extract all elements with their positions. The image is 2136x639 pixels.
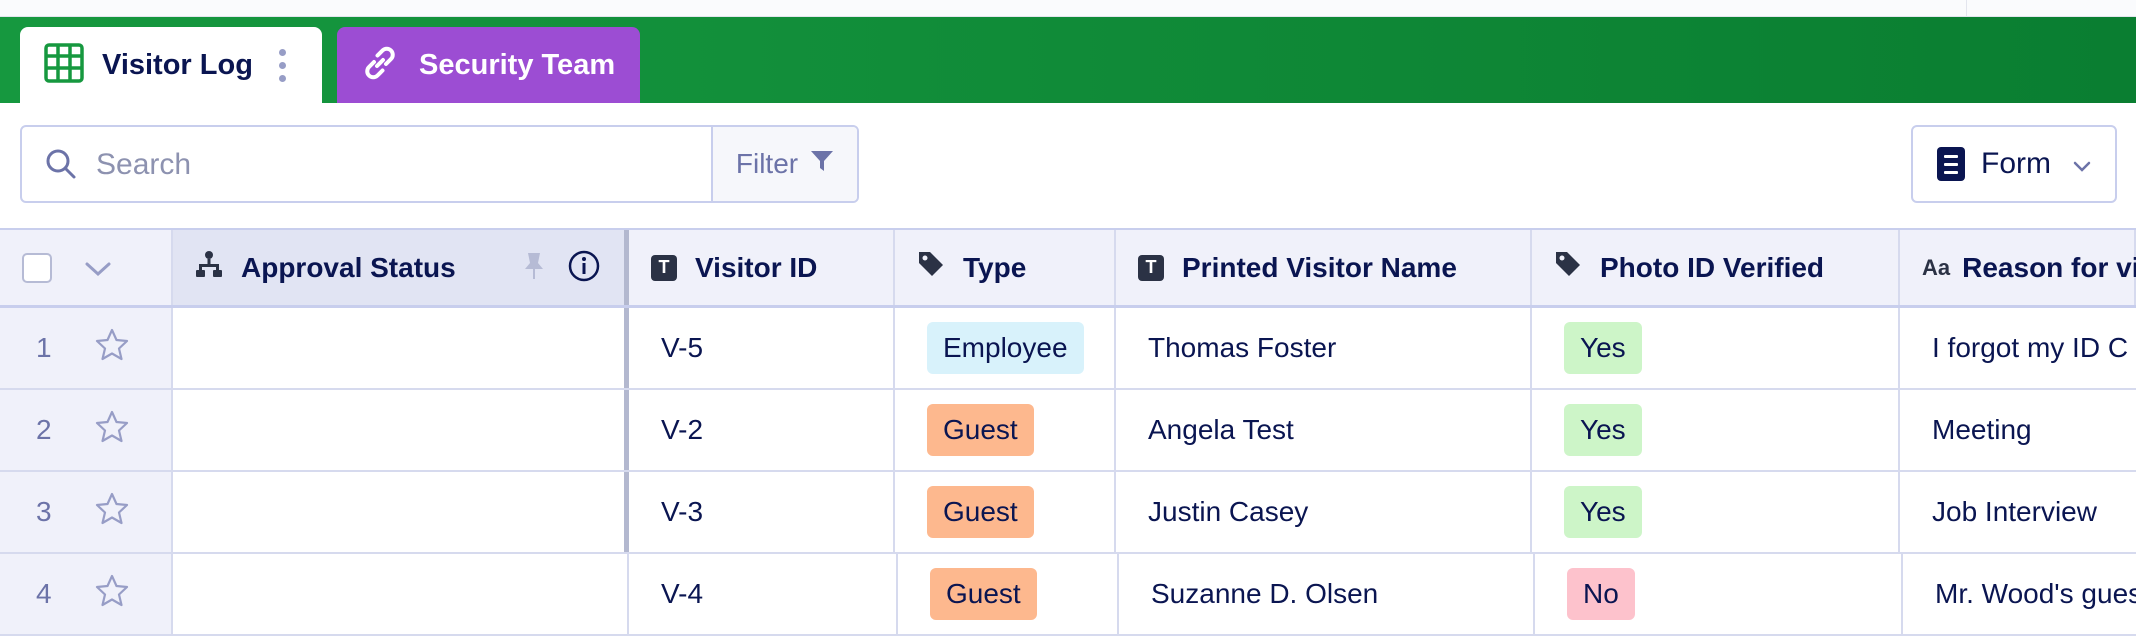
type-tag: Guest: [930, 568, 1037, 620]
visitor-id-cell[interactable]: V-5: [629, 308, 895, 388]
type-cell[interactable]: Guest: [898, 554, 1119, 634]
column-label: Printed Visitor Name: [1182, 251, 1457, 283]
type-cell[interactable]: Guest: [895, 390, 1116, 470]
photo-verified-tag: Yes: [1564, 404, 1642, 456]
row-number: 4: [36, 578, 52, 609]
photo-verified-cell[interactable]: Yes: [1532, 472, 1900, 552]
grid-table-icon: [44, 42, 84, 88]
reason-cell[interactable]: Meeting: [1900, 390, 2136, 470]
table-header: Approval Status T Visitor ID Type T Prin…: [0, 228, 2136, 308]
form-button[interactable]: Form: [1911, 125, 2117, 203]
tab-label: Security Team: [419, 48, 616, 81]
reason-cell[interactable]: Job Interview: [1900, 472, 2136, 552]
tab-bar: Visitor Log Security Team: [0, 17, 2136, 103]
org-chart-icon: [195, 250, 223, 285]
column-header-photo-id-verified[interactable]: Photo ID Verified: [1532, 230, 1900, 305]
type-cell[interactable]: Employee: [895, 308, 1116, 388]
tag-icon: [1554, 250, 1582, 285]
type-tag: Employee: [927, 322, 1084, 374]
search-input[interactable]: [94, 139, 718, 191]
search-box: Filter: [20, 125, 859, 203]
search-icon: [44, 147, 78, 186]
photo-verified-tag: No: [1567, 568, 1635, 620]
info-icon[interactable]: [568, 250, 600, 289]
approval-status-cell[interactable]: [173, 554, 629, 634]
visitor-id-cell[interactable]: V-2: [629, 390, 895, 470]
column-header-printed-visitor-name[interactable]: T Printed Visitor Name: [1116, 230, 1532, 305]
table-row[interactable]: 1 V-5 Employee Thomas Foster Yes I forgo…: [0, 308, 2136, 390]
data-table: Approval Status T Visitor ID Type T Prin…: [0, 228, 2136, 639]
chevron-down-icon: [2073, 147, 2091, 181]
table-row[interactable]: 4 V-4 Guest Suzanne D. Olsen No Mr. Wood…: [0, 554, 2136, 636]
table-row[interactable]: 2 V-2 Guest Angela Test Yes Meeting: [0, 390, 2136, 472]
column-label: Visitor ID: [695, 251, 818, 283]
row-number-cell: 1: [0, 308, 173, 388]
column-header-visitor-id[interactable]: T Visitor ID: [629, 230, 895, 305]
photo-verified-cell[interactable]: Yes: [1532, 390, 1900, 470]
text-field-icon: T: [1138, 254, 1164, 281]
column-label: Approval Status: [241, 251, 456, 283]
row-number-cell: 3: [0, 472, 173, 552]
filter-icon: [810, 148, 834, 180]
approval-status-cell[interactable]: [173, 308, 629, 388]
star-icon[interactable]: [94, 491, 130, 534]
reason-cell[interactable]: I forgot my ID C: [1900, 308, 2136, 388]
photo-verified-tag: Yes: [1564, 322, 1642, 374]
table-row[interactable]: 3 V-3 Guest Justin Casey Yes Job Intervi…: [0, 472, 2136, 554]
star-icon[interactable]: [94, 409, 130, 452]
visitor-name-cell[interactable]: Angela Test: [1116, 390, 1532, 470]
filter-label: Filter: [735, 148, 799, 179]
toolbar: Filter Form: [0, 103, 2136, 229]
visitor-id-cell[interactable]: V-4: [629, 554, 898, 634]
approval-status-cell[interactable]: [173, 472, 629, 552]
star-icon[interactable]: [94, 573, 130, 616]
photo-verified-cell[interactable]: No: [1535, 554, 1903, 634]
row-number: 3: [36, 496, 52, 527]
visitor-id-cell[interactable]: V-3: [629, 472, 895, 552]
photo-verified-cell[interactable]: Yes: [1532, 308, 1900, 388]
type-tag: Guest: [927, 404, 1034, 456]
more-options-icon[interactable]: [278, 48, 286, 82]
filter-button[interactable]: Filter: [711, 127, 857, 201]
tab-label: Visitor Log: [102, 48, 253, 81]
approval-status-cell[interactable]: [173, 390, 629, 470]
row-number-cell: 4: [0, 554, 173, 634]
star-icon[interactable]: [94, 327, 130, 370]
type-tag: Guest: [927, 486, 1034, 538]
photo-verified-tag: Yes: [1564, 486, 1642, 538]
reason-cell[interactable]: Mr. Wood's gues: [1903, 554, 2136, 634]
tag-icon: [917, 250, 945, 285]
long-text-icon: Aa: [1922, 254, 1951, 280]
link-icon: [359, 42, 401, 89]
visitor-name-cell[interactable]: Thomas Foster: [1116, 308, 1532, 388]
top-strip: [0, 0, 2136, 17]
top-divider: [1966, 0, 1967, 16]
column-header-reason[interactable]: Aa Reason for vi: [1900, 230, 2136, 305]
column-label: Reason for vi: [1962, 251, 2136, 283]
column-label: Type: [963, 251, 1027, 283]
type-cell[interactable]: Guest: [895, 472, 1116, 552]
row-number-cell: 2: [0, 390, 173, 470]
chevron-down-icon[interactable]: [84, 252, 112, 284]
text-field-icon: T: [651, 254, 677, 281]
column-header-type[interactable]: Type: [895, 230, 1116, 305]
form-label: Form: [1981, 147, 2051, 180]
column-header-approval-status[interactable]: Approval Status: [173, 230, 629, 305]
column-label: Photo ID Verified: [1600, 251, 1825, 283]
form-icon: [1937, 147, 1965, 181]
header-select-cell: [0, 230, 173, 305]
pin-icon[interactable]: [522, 251, 546, 288]
visitor-name-cell[interactable]: Justin Casey: [1116, 472, 1532, 552]
visitor-name-cell[interactable]: Suzanne D. Olsen: [1119, 554, 1535, 634]
tab-security-team[interactable]: Security Team: [337, 27, 640, 103]
row-number: 2: [36, 414, 52, 445]
select-all-checkbox[interactable]: [22, 252, 52, 283]
row-number: 1: [36, 332, 52, 363]
tab-visitor-log[interactable]: Visitor Log: [20, 27, 322, 103]
